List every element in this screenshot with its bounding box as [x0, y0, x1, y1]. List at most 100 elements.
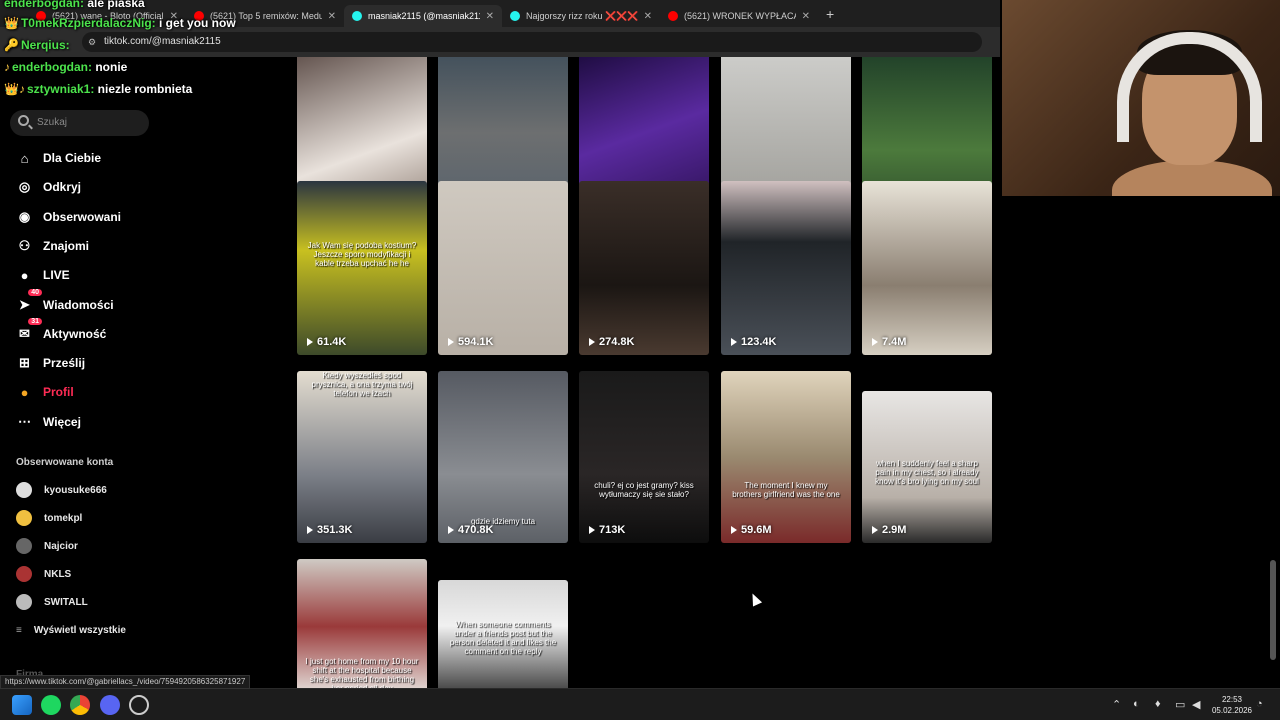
- view-count: 713K: [589, 524, 625, 536]
- sidebar-item-przelij[interactable]: ⊞ Prześlij: [16, 352, 85, 374]
- account-name: kyousuke666: [44, 484, 107, 496]
- sidebar-item-label: Prześlij: [43, 356, 86, 371]
- new-tab-button[interactable]: +: [826, 6, 834, 22]
- address-bar: ⚙ tiktok.com/@masniak2115: [0, 27, 1000, 57]
- chrome-icon[interactable]: [70, 695, 90, 715]
- sidebar-item-obserwowani[interactable]: ◉ Obserwowani: [16, 206, 121, 228]
- video-thumbnail[interactable]: 274.8K: [579, 181, 709, 355]
- view-count: 470.8K: [448, 524, 493, 536]
- followed-account[interactable]: tomekpl: [16, 509, 82, 527]
- sidebar-item-dlaciebie[interactable]: ⌂ Dla Ciebie: [16, 147, 101, 169]
- friends-icon: ⚇: [16, 237, 33, 254]
- video-thumbnail[interactable]: 594.1K: [438, 181, 568, 355]
- sidebar-item-label: Aktywność: [43, 326, 107, 341]
- avatar: [16, 594, 32, 610]
- view-count-value: 274.8K: [599, 336, 635, 348]
- play-icon: [448, 526, 454, 534]
- sidebar-item-label: Więcej: [43, 414, 81, 429]
- windows-start-icon[interactable]: [12, 695, 32, 715]
- following-accounts-title: Obserwowane konta: [16, 457, 114, 468]
- video-thumbnail[interactable]: 123.4K: [721, 181, 851, 355]
- close-tab-icon[interactable]: ✕: [486, 11, 494, 22]
- video-thumbnail[interactable]: chuli? ej co jest gramy? kiss wytłumaczy…: [579, 371, 709, 543]
- discord-icon[interactable]: [100, 695, 120, 715]
- avatar: [16, 538, 32, 554]
- upload-icon-glyph: ⊞: [19, 355, 30, 371]
- url-field[interactable]: ⚙ tiktok.com/@masniak2115: [82, 32, 982, 52]
- view-count-value: 123.4K: [741, 336, 777, 348]
- video-thumbnail[interactable]: when I suddenly feel a sharp pain in my …: [862, 391, 992, 543]
- followed-account[interactable]: kyousuke666: [16, 481, 107, 499]
- avatar: [16, 482, 32, 498]
- sidebar-item-aktywno[interactable]: ✉ 31 Aktywność: [16, 318, 107, 345]
- page-scrollbar[interactable]: [1270, 560, 1276, 660]
- sidebar-item-live[interactable]: ● LIVE: [16, 264, 70, 286]
- followed-account[interactable]: SWITALL: [16, 593, 88, 611]
- chat-username: sztywniak1:: [26, 82, 95, 96]
- site-info-icon[interactable]: ⚙: [88, 37, 96, 48]
- followed-account[interactable]: Najcior: [16, 537, 78, 555]
- close-tab-icon[interactable]: ✕: [644, 11, 652, 22]
- windows-taskbar: ⌃ ◐ ♦ ▭ ◀ 22:53 05.02.2026 ◔: [0, 688, 1280, 720]
- view-count: 274.8K: [589, 336, 634, 348]
- chat-text: nonie: [95, 60, 128, 74]
- video-thumbnail[interactable]: When someone comments under a friends po…: [438, 580, 568, 688]
- taskbar-clock[interactable]: 22:53 05.02.2026: [1212, 694, 1252, 716]
- network-icon[interactable]: ▭: [1175, 698, 1185, 711]
- chat-badge: ♪: [4, 60, 10, 74]
- upload-icon: ⊞: [16, 355, 33, 372]
- sidebar-item-label: Profil: [43, 385, 74, 400]
- spotify-icon[interactable]: [41, 695, 61, 715]
- video-thumbnail[interactable]: gdzie idziemy tuta 470.8K: [438, 371, 568, 543]
- tray-chevron-icon[interactable]: ⌃: [1112, 698, 1121, 711]
- sidebar-item-wicej[interactable]: ⋯ Więcej: [16, 411, 81, 433]
- search-input[interactable]: Szukaj: [10, 110, 149, 136]
- view-count-value: 2.9M: [882, 524, 907, 536]
- video-thumbnail[interactable]: 7.4M: [862, 181, 992, 355]
- chat-message: 🔑 Nerqius:: [4, 38, 70, 52]
- volume-icon[interactable]: ◀: [1192, 698, 1200, 711]
- close-tab-icon[interactable]: ✕: [802, 11, 810, 22]
- browser-tab[interactable]: masniak2115 (@masniak2115) ✕: [344, 5, 502, 27]
- chat-message: enderbogdan: ale piaska: [4, 0, 145, 10]
- notification-count-badge: 31: [28, 318, 42, 326]
- play-icon: [731, 338, 737, 346]
- play-icon: [872, 338, 878, 346]
- chat-badge: 👑: [4, 16, 19, 30]
- view-count: 7.4M: [872, 336, 906, 348]
- notification-bell-icon[interactable]: ◔: [1256, 698, 1263, 710]
- see-all-label: Wyświetl wszystkie: [33, 624, 126, 636]
- sidebar-item-odkryj[interactable]: ◎ Odkryj: [16, 176, 81, 198]
- view-count-value: 713K: [599, 524, 626, 536]
- tray-discord-icon[interactable]: ◐: [1133, 698, 1140, 710]
- sidebar-item-wiadomoci[interactable]: ➤ 40 Wiadomości: [16, 289, 114, 316]
- live-icon-glyph: ●: [20, 267, 29, 283]
- chat-text: ale piaska: [87, 0, 145, 10]
- following-icon-glyph: ◉: [18, 208, 31, 224]
- followed-account[interactable]: NKLS: [16, 565, 71, 583]
- microphone-icon[interactable]: ♦: [1155, 698, 1161, 710]
- account-name: tomekpl: [44, 512, 83, 524]
- avatar: [16, 566, 32, 582]
- tab-favicon-icon: [352, 11, 362, 21]
- video-thumbnail[interactable]: The moment I knew my brothers girlfriend…: [721, 371, 851, 543]
- view-count: 59.6M: [731, 524, 772, 536]
- video-caption: Kiedy wyszedłeś spod prysznica, a ona tr…: [311, 371, 413, 398]
- video-thumbnail[interactable]: Kiedy wyszedłeś spod prysznica, a ona tr…: [297, 371, 427, 543]
- browser-tab[interactable]: Najgorszy rizz roku ❌❌❌ ✕: [502, 5, 660, 27]
- video-thumbnail[interactable]: Jak Wam się podoba kostium? Jeszcze spor…: [297, 181, 427, 355]
- list-icon: ≡: [16, 624, 22, 636]
- video-caption: chuli? ej co jest gramy? kiss wytłumaczy…: [594, 481, 694, 499]
- sidebar-item-znajomi[interactable]: ⚇ Znajomi: [16, 235, 89, 257]
- obs-icon[interactable]: [129, 695, 149, 715]
- chat-message: ♪ enderbogdan: nonie: [4, 60, 127, 74]
- profile-icon: ●: [16, 384, 33, 401]
- see-all-button[interactable]: ≡ Wyświetl wszystkie: [16, 621, 126, 639]
- video-thumbnail[interactable]: I just got home from my 10 hour shift at…: [297, 559, 427, 688]
- compass-icon-glyph: ◎: [18, 179, 31, 195]
- view-count: 2.9M: [872, 524, 906, 536]
- close-tab-icon[interactable]: ✕: [328, 11, 336, 22]
- sidebar-item-profil[interactable]: ● Profil: [16, 381, 74, 403]
- browser-tab[interactable]: (5621) WRONEK WYPŁACA LIŚC ✕: [660, 5, 818, 27]
- view-count: 351.3K: [307, 524, 352, 536]
